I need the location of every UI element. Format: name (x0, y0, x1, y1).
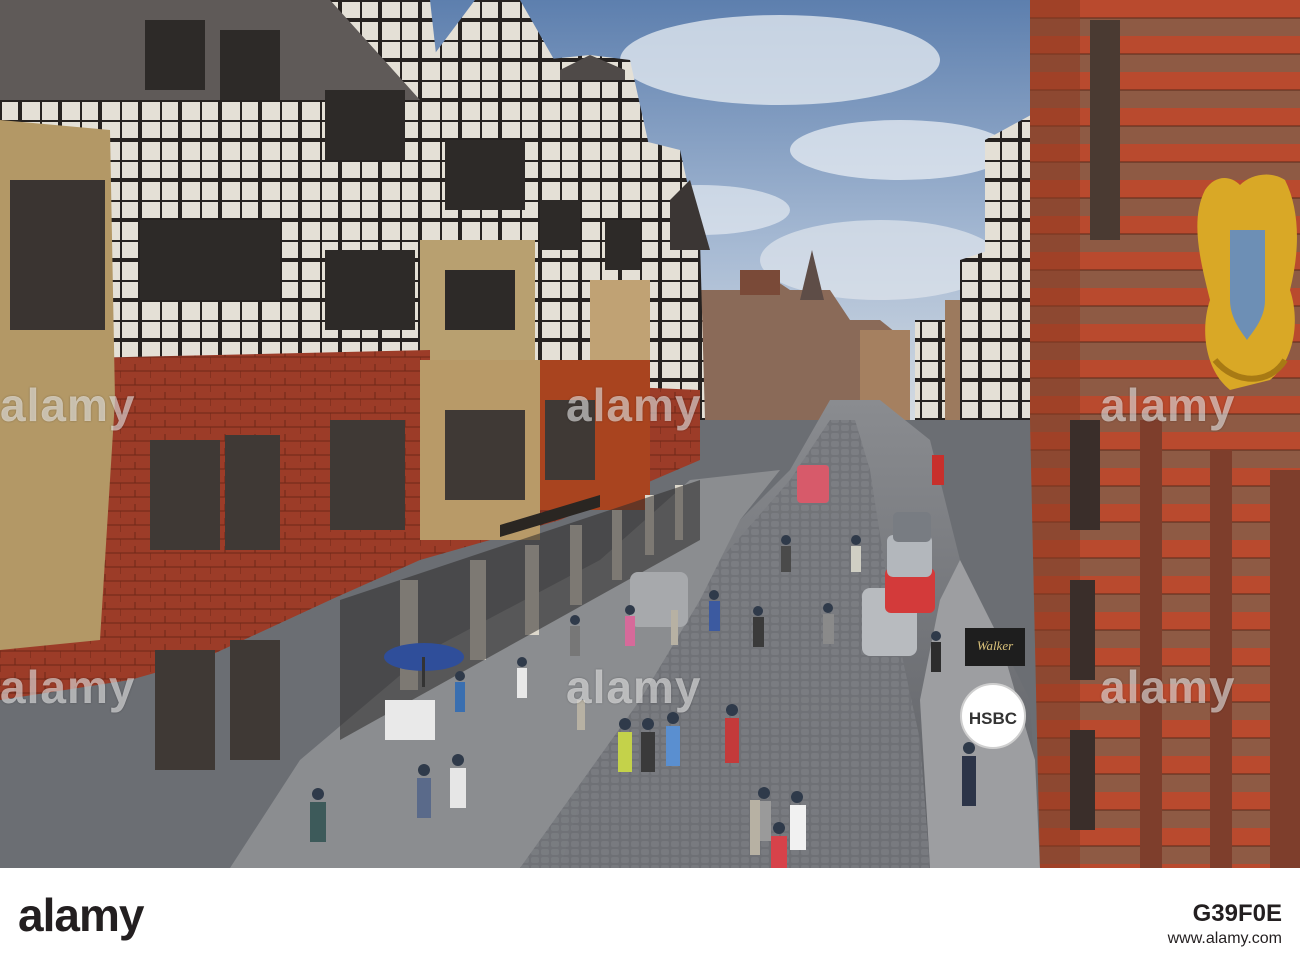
walker-sign-text: Walker (977, 638, 1014, 653)
stock-photo-frame: HSBC Walker alamy alamy alamy alamy alam… (0, 0, 1300, 957)
image-id: G39F0E (1192, 900, 1282, 927)
site-url[interactable]: www.alamy.com (1168, 930, 1282, 948)
gold-coat-of-arms (1197, 174, 1297, 390)
street-scene-illustration: HSBC Walker (0, 0, 1300, 868)
street-photo: HSBC Walker alamy alamy alamy alamy alam… (0, 0, 1300, 868)
stock-footer-bar: alamy G39F0E www.alamy.com (0, 868, 1300, 957)
alamy-logo[interactable]: alamy (18, 888, 144, 942)
pink-van (797, 465, 829, 503)
hsbc-sign-text: HSBC (969, 709, 1017, 728)
